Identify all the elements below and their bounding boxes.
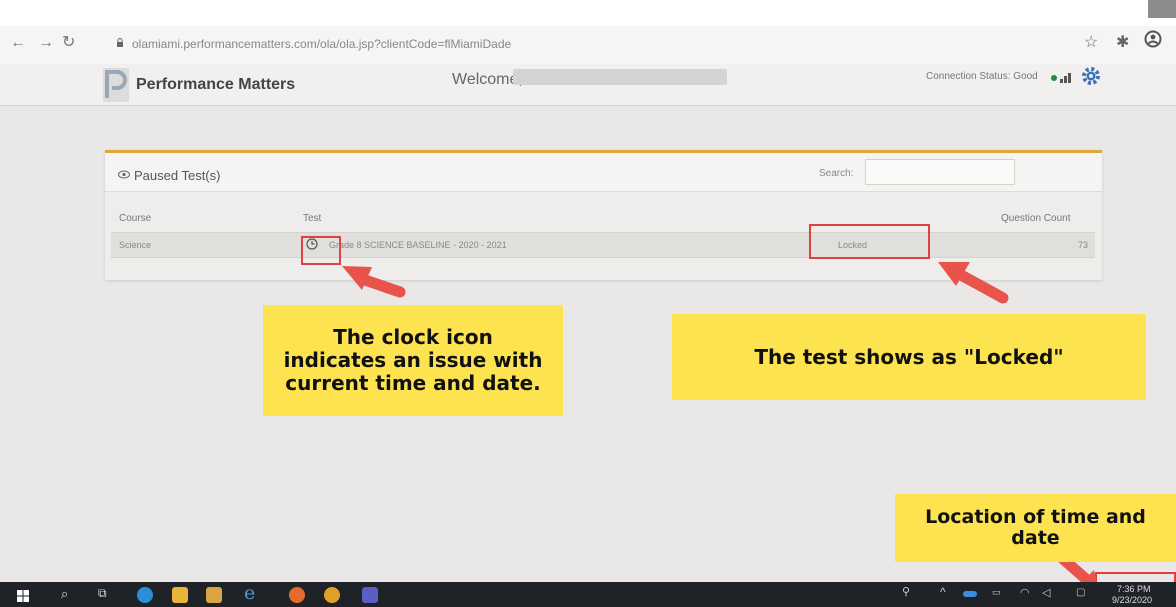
table-row[interactable]: Science Grade 8 SCIENCE BASELINE - 2020 …: [111, 232, 1095, 258]
cell-course: Science: [119, 240, 152, 250]
internet-explorer-icon[interactable]: e: [244, 582, 255, 604]
corner-block: [1148, 0, 1176, 18]
task-view-icon[interactable]: ⧉: [98, 586, 107, 601]
wifi-icon[interactable]: ◠: [1020, 586, 1030, 599]
teams-icon[interactable]: [362, 587, 378, 603]
forward-icon[interactable]: →: [38, 34, 54, 52]
people-icon[interactable]: ⚲: [902, 585, 910, 598]
volume-icon[interactable]: ◁: [1042, 586, 1050, 599]
search-label: Search:: [819, 168, 854, 179]
windows-start-icon[interactable]: [17, 590, 29, 602]
edge-icon[interactable]: [137, 587, 153, 603]
panel-title: Paused Test(s): [134, 168, 221, 183]
eye-icon: [118, 170, 130, 179]
store-icon[interactable]: [206, 587, 222, 603]
locked-callout: The test shows as "Locked": [672, 314, 1146, 400]
connection-status-dot: [1051, 75, 1057, 81]
app-name: Performance Matters: [136, 76, 296, 93]
chevron-up-icon[interactable]: ^: [940, 585, 946, 599]
reload-icon[interactable]: ↻: [62, 32, 75, 52]
clock-icon-callout: The clock icon indicates an issue with c…: [263, 305, 563, 416]
taskbar-time[interactable]: 7:36 PM: [1117, 584, 1151, 594]
connection-status: Connection Status: Good: [926, 71, 1038, 82]
battery-icon[interactable]: ▭: [992, 587, 1001, 598]
panel-header: Paused Test(s) Search:: [105, 153, 1102, 192]
file-explorer-icon[interactable]: [172, 587, 188, 603]
user-name-redacted: [513, 69, 727, 85]
star-icon[interactable]: ☆: [1084, 32, 1098, 52]
browser-toolbar: ← → ↻ olamiami.performancematters.com/ol…: [0, 26, 1176, 64]
extension-icon[interactable]: ✱: [1116, 32, 1129, 52]
cell-test[interactable]: Grade 8 SCIENCE BASELINE - 2020 - 2021: [329, 240, 507, 250]
signal-icon: [1060, 73, 1071, 83]
search-icon[interactable]: ⌕: [61, 586, 68, 602]
screen: { "browser": { "url": "olamiami.performa…: [0, 0, 1176, 607]
windows-taskbar: ⌕ ⧉ e ⚲ ^ ▭ ◠ ◁ ▢ 7:36 PM 9/23/2020: [0, 582, 1176, 607]
onedrive-icon[interactable]: [963, 591, 977, 597]
top-margin: [0, 0, 1176, 26]
column-header-test[interactable]: Test: [303, 213, 321, 224]
search-input[interactable]: [865, 159, 1015, 185]
app-header: Performance Matters Welcome, Connection …: [0, 64, 1176, 106]
profile-icon[interactable]: [1144, 30, 1162, 48]
column-header-question-count[interactable]: Question Count: [1001, 213, 1071, 224]
performance-matters-logo: [103, 68, 129, 102]
cell-question-count: 73: [1078, 240, 1089, 250]
notification-icon[interactable]: ▢: [1076, 587, 1085, 598]
clock-icon-highlight: [301, 236, 341, 265]
time-location-callout: Location of time and date: [895, 494, 1176, 562]
column-header-course[interactable]: Course: [119, 213, 151, 224]
back-icon[interactable]: ←: [10, 34, 26, 52]
gear-icon[interactable]: [1080, 65, 1102, 87]
locked-status-highlight: [809, 224, 930, 259]
chrome-icon[interactable]: [324, 587, 340, 603]
taskbar-date[interactable]: 9/23/2020: [1112, 595, 1152, 605]
paused-tests-panel: Paused Test(s) Search: Course Test Quest…: [105, 150, 1102, 280]
lock-icon: [117, 38, 123, 47]
address-bar[interactable]: olamiami.performancematters.com/ola/ola.…: [132, 37, 511, 51]
firefox-icon[interactable]: [289, 587, 305, 603]
